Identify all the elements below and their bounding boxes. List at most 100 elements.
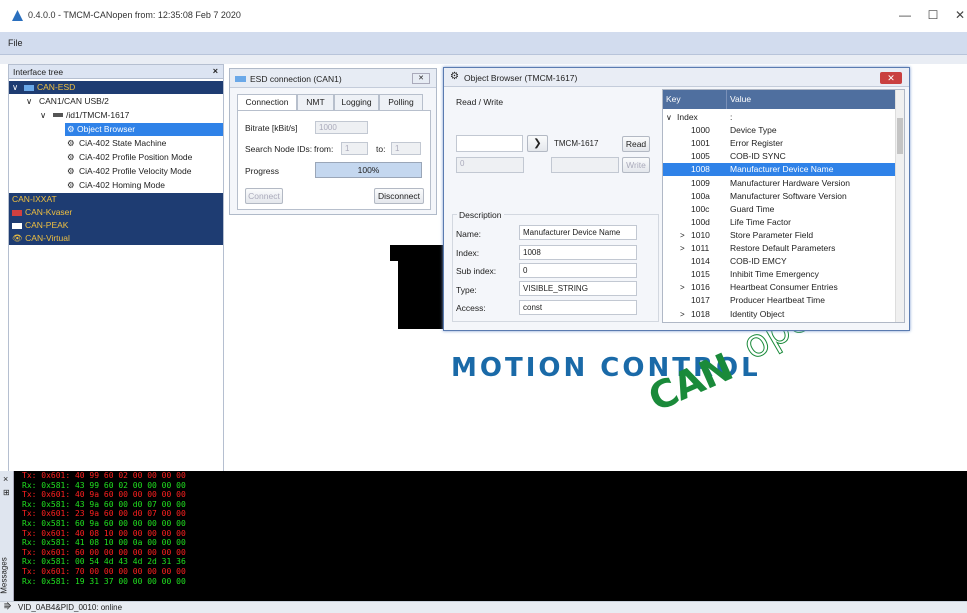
tree-item-label: CAN1/CAN USB/2 [39, 96, 109, 106]
tree-item-can-kvaser[interactable]: CAN-Kvaser [9, 206, 223, 219]
menu-bar: File [0, 32, 967, 55]
from-spinbox[interactable]: 1 [341, 142, 368, 155]
column-value[interactable]: Value [727, 90, 897, 109]
object-browser-close-button[interactable]: ✕ [880, 72, 902, 84]
row-value: Manufacturer Software Version [730, 190, 847, 201]
expand-icon[interactable]: > [680, 281, 685, 294]
object-select[interactable] [456, 135, 523, 152]
tree-item-can1[interactable]: ∨ CAN1/CAN USB/2 [9, 95, 223, 108]
message-line: Rx: 0x581: 60 9a 60 00 00 00 00 00 [22, 518, 186, 528]
write-value-spinbox[interactable]: 0 [456, 157, 524, 173]
tree-item-can-ixxat[interactable]: CAN-IXXAT [9, 193, 223, 206]
tab-nmt[interactable]: NMT [297, 94, 334, 111]
message-line: Tx: 0x601: 40 9a 60 00 00 00 00 00 [22, 490, 186, 500]
expand-icon[interactable]: ∨ [26, 95, 32, 108]
esd-panel-title: ESD connection (CAN1) [250, 74, 342, 84]
table-row[interactable]: 1008 Manufacturer Device Name [663, 163, 897, 177]
gear-icon: ⚙ [67, 166, 75, 176]
expand-icon[interactable]: > [680, 229, 685, 242]
table-row[interactable]: 100a Manufacturer Software Version [663, 190, 897, 203]
table-row[interactable]: >1016 Heartbeat Consumer Entries [663, 281, 897, 294]
access-label: Access: [456, 303, 486, 313]
tree-item-can-virtual[interactable]: 👁 CAN-Virtual [9, 232, 223, 245]
tree-close-icon[interactable]: × [213, 66, 218, 76]
table-row[interactable]: 1009 Manufacturer Hardware Version [663, 177, 897, 190]
write-text-field[interactable] [551, 157, 619, 173]
tree-item-homing[interactable]: ⚙ CiA-402 Homing Mode [9, 179, 223, 192]
messages-label: Messages [0, 557, 9, 594]
minimize-button[interactable]: — [897, 7, 913, 23]
row-value: Producer Heartbeat Time [730, 295, 825, 306]
table-row[interactable]: ∨ Index: [663, 111, 897, 124]
table-row[interactable]: 1014 COB-ID EMCY [663, 255, 897, 268]
connect-button[interactable]: Connect [245, 188, 283, 204]
row-key: 1010 [691, 229, 710, 240]
description-group: Description Name: Manufacturer Device Na… [452, 210, 659, 322]
read-button[interactable]: Read [622, 136, 650, 152]
table-row[interactable]: 1015 Inhibit Time Emergency [663, 268, 897, 281]
row-value: Error Register [730, 138, 783, 149]
tree-item-state-machine[interactable]: ⚙ CiA-402 State Machine [9, 137, 223, 150]
tree-item-object-browser[interactable]: ⚙ Object Browser [65, 123, 223, 136]
table-row[interactable]: 1017 Producer Heartbeat Time [663, 294, 897, 307]
tree-item-tmcm[interactable]: ∨ /id1/TMCM-1617 [9, 109, 223, 122]
to-spinbox[interactable]: 1 [391, 142, 421, 155]
expand-icon[interactable]: > [680, 308, 685, 321]
gear-icon: ⚙ [450, 71, 459, 82]
progress-label: Progress [245, 166, 280, 176]
pin-icon[interactable]: ⊞ [3, 488, 10, 497]
row-key: 1017 [691, 295, 710, 306]
expand-icon[interactable]: ∨ [40, 109, 46, 122]
expand-icon[interactable]: ∨ [12, 81, 18, 94]
expand-icon[interactable]: > [680, 242, 685, 255]
bitrate-label: Bitrate [kBit/s] [245, 123, 298, 133]
table-row[interactable]: >1018 Identity Object [663, 308, 897, 321]
tab-connection[interactable]: Connection [237, 94, 297, 111]
search-node-ids-label: Search Node IDs: [245, 144, 313, 154]
tab-logging[interactable]: Logging [334, 94, 379, 111]
messages-close-icon[interactable]: × [3, 474, 8, 484]
esd-close-icon[interactable]: ✕ [412, 73, 430, 84]
row-value: Restore Default Parameters [730, 243, 836, 253]
esd-connection-panel: ESD connection (CAN1) ✕ Connection NMT L… [229, 68, 437, 215]
close-button[interactable]: ✕ [952, 7, 967, 23]
name-label: Name: [456, 229, 482, 239]
table-row[interactable]: 1005 COB-ID SYNC [663, 150, 897, 163]
index-field: 1008 [519, 245, 637, 260]
tree-item-profile-position[interactable]: ⚙ CiA-402 Profile Position Mode [9, 151, 223, 164]
column-key[interactable]: Key [663, 90, 727, 109]
progress-text: 100% [357, 165, 380, 175]
table-row[interactable]: 1001 Error Register [663, 137, 897, 150]
row-value: COB-ID EMCY [730, 256, 787, 267]
table-row[interactable]: >1011 Restore Default Parameters [663, 242, 897, 255]
table-row[interactable]: 100c Guard Time [663, 203, 897, 216]
row-key: 1000 [691, 125, 710, 136]
table-scrollbar[interactable] [895, 90, 904, 322]
message-line: Rx: 0x581: 43 99 60 02 00 00 00 00 [22, 480, 186, 490]
message-line: Tx: 0x601: 60 00 00 00 00 00 00 00 [22, 547, 186, 557]
gear-icon: ⚙ [67, 138, 75, 148]
tree-item-can-esd[interactable]: ∨ CAN-ESD [9, 81, 223, 94]
disconnect-button[interactable]: Disconnect [374, 188, 424, 204]
status-text: VID_0AB4&PID_0010: online [18, 603, 123, 612]
table-row[interactable]: 100d Life Time Factor [663, 216, 897, 229]
window-title: 0.4.0.0 - TMCM-CANopen from: 12:35:08 Fe… [28, 10, 241, 20]
table-row[interactable]: >1010 Store Parameter Field [663, 229, 897, 242]
maximize-button[interactable]: ☐ [925, 7, 941, 23]
scrollbar-thumb[interactable] [897, 118, 903, 154]
gear-icon: ⚙ [67, 152, 75, 162]
row-key: 1015 [691, 269, 710, 280]
row-value: Inhibit Time Emergency [730, 269, 819, 280]
tree-item-label: CAN-Kvaser [25, 207, 73, 217]
bitrate-select[interactable]: 1000 [315, 121, 368, 134]
chevron-down-icon[interactable]: ❯ [527, 135, 548, 152]
tree-item-can-peak[interactable]: CAN-PEAK [9, 219, 223, 232]
menu-file[interactable]: File [8, 38, 23, 48]
tree-item-profile-velocity[interactable]: ⚙ CiA-402 Profile Velocity Mode [9, 165, 223, 178]
write-button[interactable]: Write [622, 157, 650, 173]
tab-polling[interactable]: Polling [379, 94, 423, 111]
type-label: Type: [456, 285, 477, 295]
table-row[interactable]: 1000 Device Type [663, 124, 897, 137]
status-bar: ⭆ VID_0AB4&PID_0010: online [0, 601, 967, 613]
expand-icon[interactable]: ∨ [666, 111, 672, 124]
